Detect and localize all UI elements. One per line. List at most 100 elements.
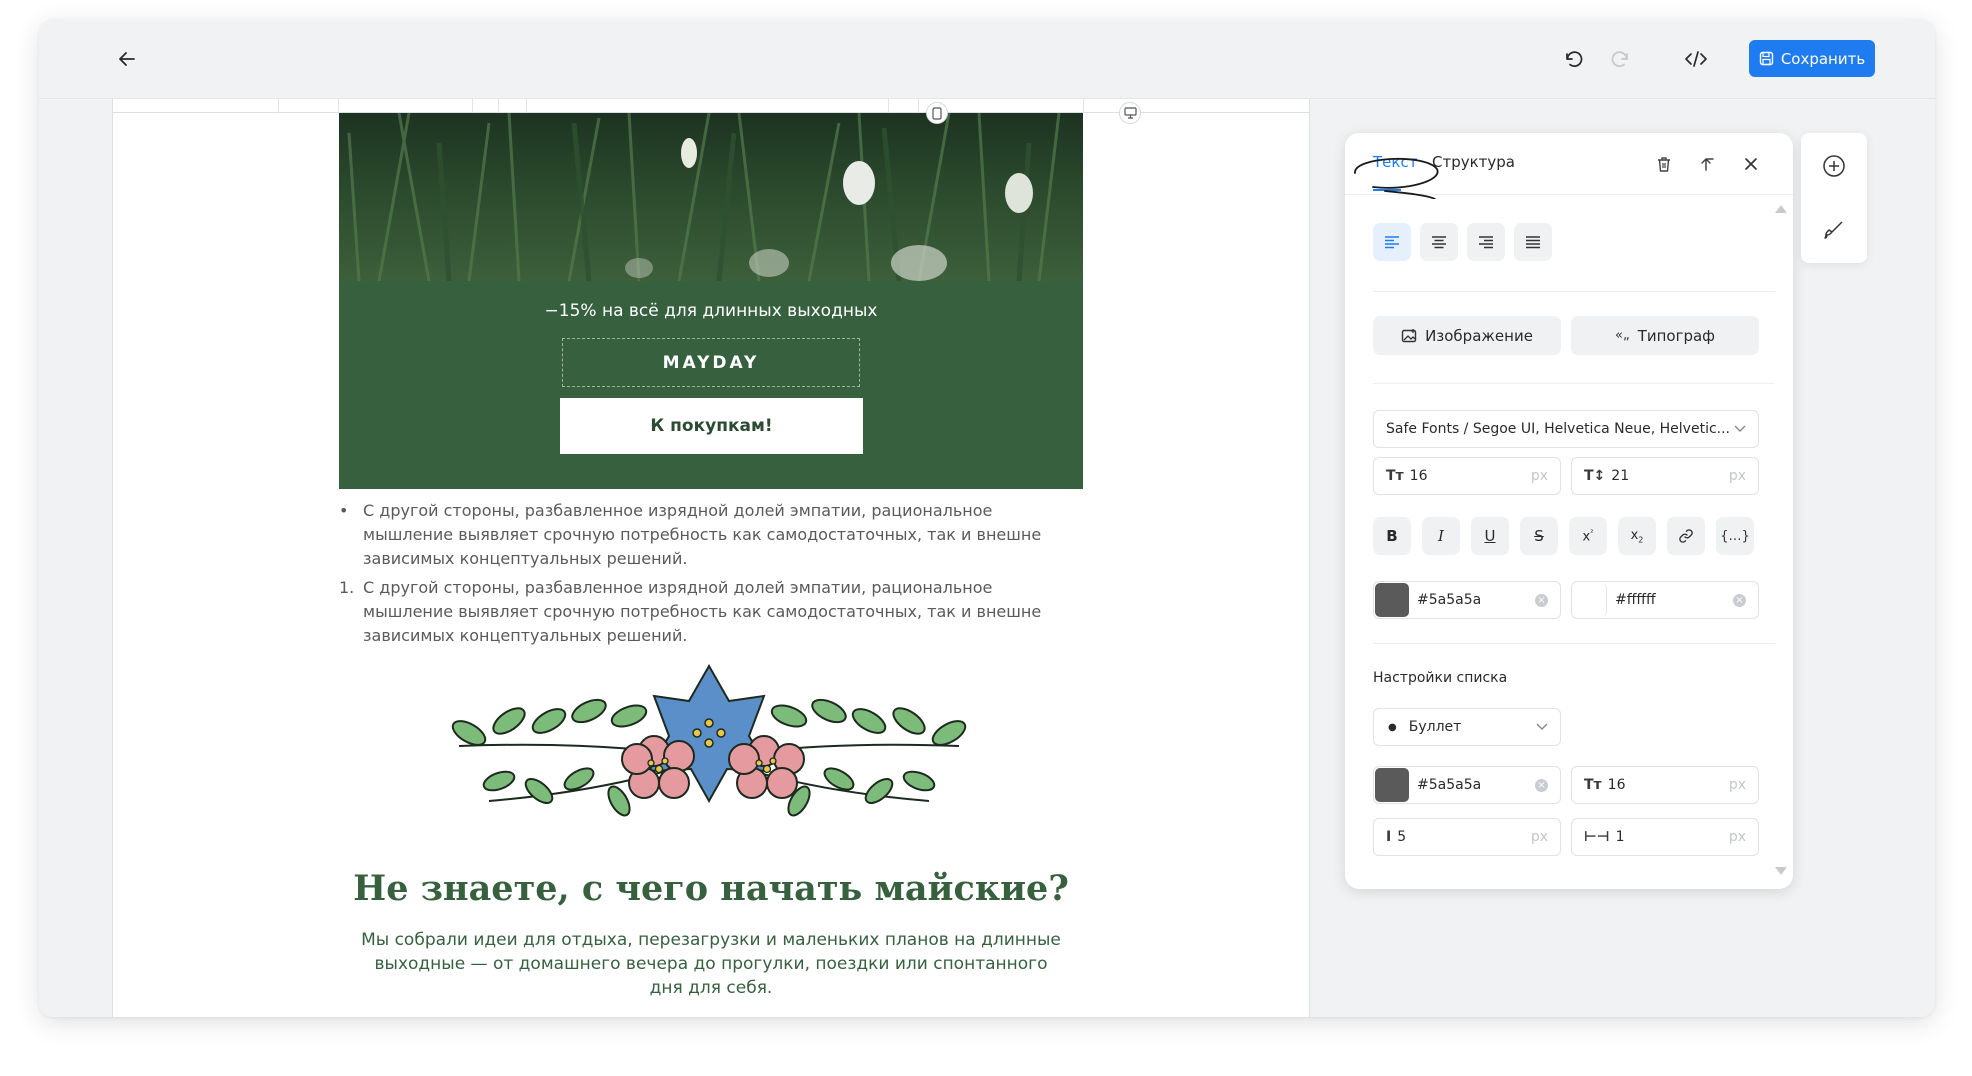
floral-decoration-image[interactable]: [449, 661, 969, 831]
numbered-item-text: С другой стороны, разбавленное изрядной …: [363, 578, 1042, 645]
font-size-icon: Tт: [1386, 468, 1404, 484]
align-left-button[interactable]: [1373, 223, 1411, 261]
underline-button[interactable]: U: [1471, 517, 1509, 555]
marker-color-swatch[interactable]: [1375, 768, 1409, 802]
properties-panel: Текст Структура Изображение «„ Типограф …: [1345, 133, 1793, 889]
numbered-list-item[interactable]: 1. С другой стороны, разбавленное изрядн…: [339, 576, 1083, 648]
marker-size-unit: px: [1728, 777, 1746, 793]
typograph-button[interactable]: «„ Типограф: [1571, 316, 1759, 355]
list-indent-unit: px: [1728, 829, 1746, 845]
image-icon: [1401, 328, 1417, 342]
clear-icon[interactable]: ×: [1535, 778, 1548, 792]
clear-icon[interactable]: ×: [1733, 593, 1746, 607]
bullet-dot-icon: ●: [1388, 721, 1397, 733]
undo-icon[interactable]: [1559, 45, 1587, 73]
marker-size-value: 16: [1607, 777, 1626, 793]
divider: [1373, 643, 1775, 644]
font-size-input[interactable]: Tт 16 px: [1373, 457, 1561, 495]
close-icon[interactable]: [1740, 153, 1762, 175]
bold-icon: B: [1386, 527, 1398, 545]
highlight-ellipse-annotation: [1354, 157, 1439, 199]
floppy-disk-icon: [1759, 51, 1774, 66]
back-arrow-icon[interactable]: [113, 45, 141, 73]
scroll-down-arrow[interactable]: [1775, 867, 1787, 875]
clear-icon[interactable]: ×: [1535, 593, 1548, 607]
italic-button[interactable]: I: [1422, 517, 1460, 555]
top-toolbar: Сохранить: [39, 19, 1935, 99]
font-family-value: Safe Fonts / Segoe UI, Helvetica Neue, H…: [1386, 421, 1731, 437]
divider: [1373, 383, 1775, 384]
divider: [1373, 291, 1775, 292]
align-justify-icon: [1526, 236, 1540, 249]
promo-code: MAYDAY: [562, 338, 860, 387]
link-button[interactable]: [1667, 517, 1705, 555]
align-center-icon: [1432, 236, 1446, 249]
hero-tulips-image[interactable]: [339, 113, 1083, 281]
merge-tag-button[interactable]: {…}: [1716, 517, 1754, 555]
app-window: Сохранить −15% на всё для длинных выходн…: [39, 19, 1935, 1017]
marker-color-input[interactable]: #5a5a5a ×: [1373, 766, 1561, 804]
strikethrough-button[interactable]: S: [1520, 517, 1558, 555]
background-color-value: #ffffff: [1615, 592, 1656, 608]
side-tools: [1801, 133, 1867, 263]
email-canvas[interactable]: −15% на всё для длинных выходных MAYDAY …: [112, 99, 1310, 1017]
promo-title: −15% на всё для длинных выходных: [544, 301, 878, 321]
shop-button[interactable]: К покупкам!: [560, 398, 863, 454]
align-right-button[interactable]: [1467, 223, 1505, 261]
image-button[interactable]: Изображение: [1373, 316, 1561, 355]
promo-block[interactable]: −15% на всё для длинных выходных MAYDAY …: [339, 281, 1083, 489]
superscript-button[interactable]: x²: [1569, 517, 1607, 555]
marker-color-value: #5a5a5a: [1417, 777, 1482, 793]
list-indent-input[interactable]: ⊢⊣ 1 px: [1571, 818, 1759, 856]
mobile-view-icon[interactable]: [926, 102, 948, 124]
add-block-icon[interactable]: [1821, 153, 1847, 179]
section-heading[interactable]: Не знаете, с чего начать майские?: [339, 868, 1083, 909]
superscript-icon: x²: [1582, 527, 1594, 545]
brush-icon[interactable]: [1821, 217, 1847, 243]
align-center-button[interactable]: [1420, 223, 1458, 261]
number-marker: 1.: [339, 578, 355, 597]
font-family-select[interactable]: Safe Fonts / Segoe UI, Helvetica Neue, H…: [1373, 410, 1759, 448]
code-icon[interactable]: [1681, 45, 1711, 73]
scroll-up-arrow[interactable]: [1775, 205, 1787, 213]
text-lists[interactable]: • С другой стороны, разбавленное изрядно…: [339, 499, 1083, 648]
image-button-label: Изображение: [1425, 326, 1533, 345]
redo-icon[interactable]: [1607, 45, 1635, 73]
line-height-unit: px: [1728, 468, 1746, 484]
list-spacing-input[interactable]: I 5 px: [1373, 818, 1561, 856]
trash-icon[interactable]: [1653, 153, 1675, 175]
font-size-unit: px: [1530, 468, 1548, 484]
text-color-input[interactable]: #5a5a5a ×: [1373, 581, 1561, 619]
bullet-item-text: С другой стороны, разбавленное изрядной …: [363, 501, 1042, 568]
list-settings-label: Настройки списка: [1373, 670, 1508, 686]
marker-size-input[interactable]: Tт 16 px: [1571, 766, 1759, 804]
braces-icon: {…}: [1720, 528, 1750, 544]
list-type-select[interactable]: ● Буллет: [1373, 708, 1561, 746]
list-spacing-value: 5: [1397, 829, 1407, 845]
background-color-input[interactable]: #ffffff ×: [1571, 581, 1759, 619]
text-color-value: #5a5a5a: [1417, 592, 1482, 608]
save-button[interactable]: Сохранить: [1749, 40, 1875, 77]
strikethrough-icon: S: [1534, 527, 1544, 545]
align-right-icon: [1479, 236, 1493, 249]
underline-icon: U: [1484, 527, 1496, 545]
tab-structure[interactable]: Структура: [1432, 153, 1515, 171]
typograph-button-label: Типограф: [1637, 326, 1716, 345]
link-icon: [1679, 529, 1693, 543]
text-color-swatch[interactable]: [1375, 583, 1409, 617]
list-indent-value: 1: [1615, 829, 1625, 845]
subscript-button[interactable]: x2: [1618, 517, 1656, 555]
bold-button[interactable]: B: [1373, 517, 1411, 555]
list-spacing-unit: px: [1530, 829, 1548, 845]
italic-icon: I: [1438, 527, 1444, 545]
background-color-swatch[interactable]: [1573, 583, 1607, 617]
desktop-view-icon[interactable]: [1119, 102, 1141, 124]
chevron-down-icon: [1734, 425, 1746, 432]
align-left-icon: [1385, 236, 1399, 249]
bullet-list-item[interactable]: • С другой стороны, разбавленное изрядно…: [339, 499, 1083, 571]
section-subtext[interactable]: Мы собрали идеи для отдыха, перезагрузки…: [359, 928, 1063, 1000]
select-parent-icon[interactable]: [1697, 153, 1719, 175]
line-height-input[interactable]: T↕ 21 px: [1571, 457, 1759, 495]
align-justify-button[interactable]: [1514, 223, 1552, 261]
line-height-value: 21: [1611, 468, 1630, 484]
